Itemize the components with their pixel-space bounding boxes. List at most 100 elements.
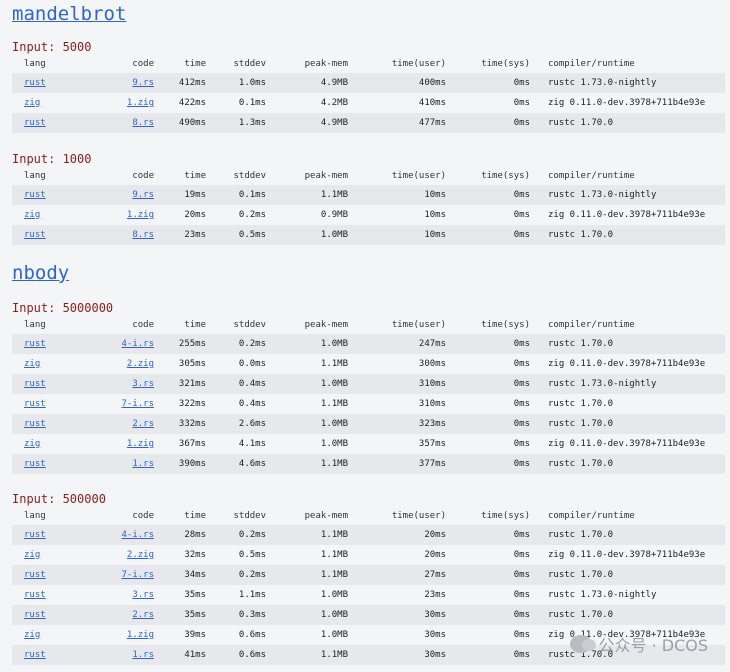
cell-time-sys: 0ms [513, 530, 530, 540]
cell-time: 322ms [178, 399, 206, 409]
lang-link[interactable]: zig [24, 550, 40, 560]
lang-link[interactable]: zig [24, 359, 40, 369]
lang-link[interactable]: zig [24, 210, 40, 220]
cell-time-user: 30ms [424, 630, 446, 640]
column-header-compiler-runtime: compiler/runtime [548, 171, 635, 181]
cell-stddev: 1.3ms [238, 118, 266, 128]
code-file-link[interactable]: 1.rs [132, 459, 154, 469]
lang-link[interactable]: rust [24, 590, 46, 600]
code-file-link[interactable]: 1.zig [127, 630, 154, 640]
code-file-link[interactable]: 7-i.rs [121, 399, 154, 409]
code-file-link[interactable]: 7-i.rs [121, 570, 154, 580]
section-title-mandelbrot[interactable]: mandelbrot [12, 2, 126, 26]
cell-code: 3.rs [74, 585, 160, 605]
cell-time-user: 20ms [424, 550, 446, 560]
lang-link[interactable]: rust [24, 459, 46, 469]
column-header-peak-mem: peak-mem [304, 59, 348, 69]
code-file-link[interactable]: 4-i.rs [121, 339, 154, 349]
cell-code: 7-i.rs [74, 565, 160, 585]
table-row: zig 1.zig 367ms 4.1ms 1.0MB 357ms 0ms zig 0.11.… [12, 434, 725, 454]
cell-lang: rust [12, 113, 74, 133]
column-header-peak-mem: peak-mem [304, 511, 348, 521]
cell-code: 3.rs [74, 374, 160, 394]
cell-time-sys: 0ms [513, 650, 530, 660]
code-file-link[interactable]: 8.rs [132, 118, 154, 128]
lang-link[interactable]: zig [24, 98, 40, 108]
column-header-code: code [132, 320, 154, 330]
cell-peak-mem: 1.1MB [320, 530, 348, 540]
cell-compiler-runtime: rustc 1.73.0-nightly [548, 379, 657, 389]
cell-time-user: 10ms [424, 210, 446, 220]
cell-stddev: 0.2ms [238, 530, 266, 540]
cell-code: 4-i.rs [74, 334, 160, 354]
code-file-link[interactable]: 9.rs [132, 78, 154, 88]
cell-time-sys: 0ms [513, 630, 530, 640]
cell-time-sys: 0ms [513, 419, 530, 429]
cell-peak-mem: 1.0MB [320, 590, 348, 600]
column-header-peak-mem: peak-mem [304, 171, 348, 181]
lang-link[interactable]: rust [24, 530, 46, 540]
wechat-icon [570, 635, 597, 653]
cell-stddev: 0.0ms [238, 359, 266, 369]
cell-lang: zig [12, 625, 74, 645]
code-file-link[interactable]: 2.zig [127, 550, 154, 560]
cell-time-sys: 0ms [513, 550, 530, 560]
cell-peak-mem: 1.1MB [320, 459, 348, 469]
lang-link[interactable]: rust [24, 339, 46, 349]
code-file-link[interactable]: 2.rs [132, 419, 154, 429]
code-file-link[interactable]: 2.rs [132, 610, 154, 620]
code-file-link[interactable]: 9.rs [132, 190, 154, 200]
cell-stddev: 0.4ms [238, 399, 266, 409]
lang-link[interactable]: rust [24, 399, 46, 409]
table-row: rust 7-i.rs 34ms 0.2ms 1.1MB 27ms 0ms rustc 1.7… [12, 565, 725, 585]
cell-compiler-runtime: rustc 1.70.0 [548, 339, 614, 349]
cell-lang: zig [12, 434, 74, 454]
code-file-link[interactable]: 1.zig [127, 98, 154, 108]
cell-peak-mem: 1.0MB [320, 419, 348, 429]
lang-link[interactable]: zig [24, 630, 40, 640]
lang-link[interactable]: rust [24, 190, 46, 200]
lang-link[interactable]: rust [24, 230, 46, 240]
column-header-compiler-runtime: compiler/runtime [548, 511, 635, 521]
table-header-row: lang code time stddev peak-mem time(user) time… [12, 55, 725, 73]
lang-link[interactable]: rust [24, 610, 46, 620]
lang-link[interactable]: rust [24, 650, 46, 660]
column-header-time-user: time(user) [391, 171, 446, 181]
cell-peak-mem: 1.1MB [320, 359, 348, 369]
cell-stddev: 0.3ms [238, 610, 266, 620]
section-title-nbody[interactable]: nbody [12, 261, 69, 285]
cell-time-user: 310ms [418, 379, 446, 389]
cell-stddev: 0.4ms [238, 379, 266, 389]
cell-time-user: 27ms [424, 570, 446, 580]
cell-time-user: 410ms [418, 98, 446, 108]
code-file-link[interactable]: 8.rs [132, 230, 154, 240]
lang-link[interactable]: rust [24, 78, 46, 88]
code-file-link[interactable]: 1.zig [127, 210, 154, 220]
lang-link[interactable]: rust [24, 419, 46, 429]
cell-time-user: 300ms [418, 359, 446, 369]
cell-lang: zig [12, 93, 74, 113]
cell-compiler-runtime: rustc 1.70.0 [548, 399, 614, 409]
code-file-link[interactable]: 4-i.rs [121, 530, 154, 540]
code-file-link[interactable]: 3.rs [132, 379, 154, 389]
cell-time-sys: 0ms [513, 379, 530, 389]
column-header-time-sys: time(sys) [481, 320, 530, 330]
column-header-time: time [184, 171, 206, 181]
code-file-link[interactable]: 2.zig [127, 359, 154, 369]
cell-compiler-runtime: rustc 1.73.0-nightly [548, 590, 657, 600]
watermark: 公众号 · DCOS [570, 632, 708, 656]
cell-time-sys: 0ms [513, 590, 530, 600]
cell-peak-mem: 0.9MB [320, 210, 348, 220]
lang-link[interactable]: zig [24, 439, 40, 449]
column-header-time-sys: time(sys) [481, 59, 530, 69]
lang-link[interactable]: rust [24, 118, 46, 128]
column-header-time-sys: time(sys) [481, 171, 530, 181]
code-file-link[interactable]: 3.rs [132, 590, 154, 600]
lang-link[interactable]: rust [24, 570, 46, 580]
cell-lang: rust [12, 225, 74, 245]
cell-time: 321ms [178, 379, 206, 389]
code-file-link[interactable]: 1.zig [127, 439, 154, 449]
cell-peak-mem: 1.1MB [320, 570, 348, 580]
lang-link[interactable]: rust [24, 379, 46, 389]
code-file-link[interactable]: 1.rs [132, 650, 154, 660]
